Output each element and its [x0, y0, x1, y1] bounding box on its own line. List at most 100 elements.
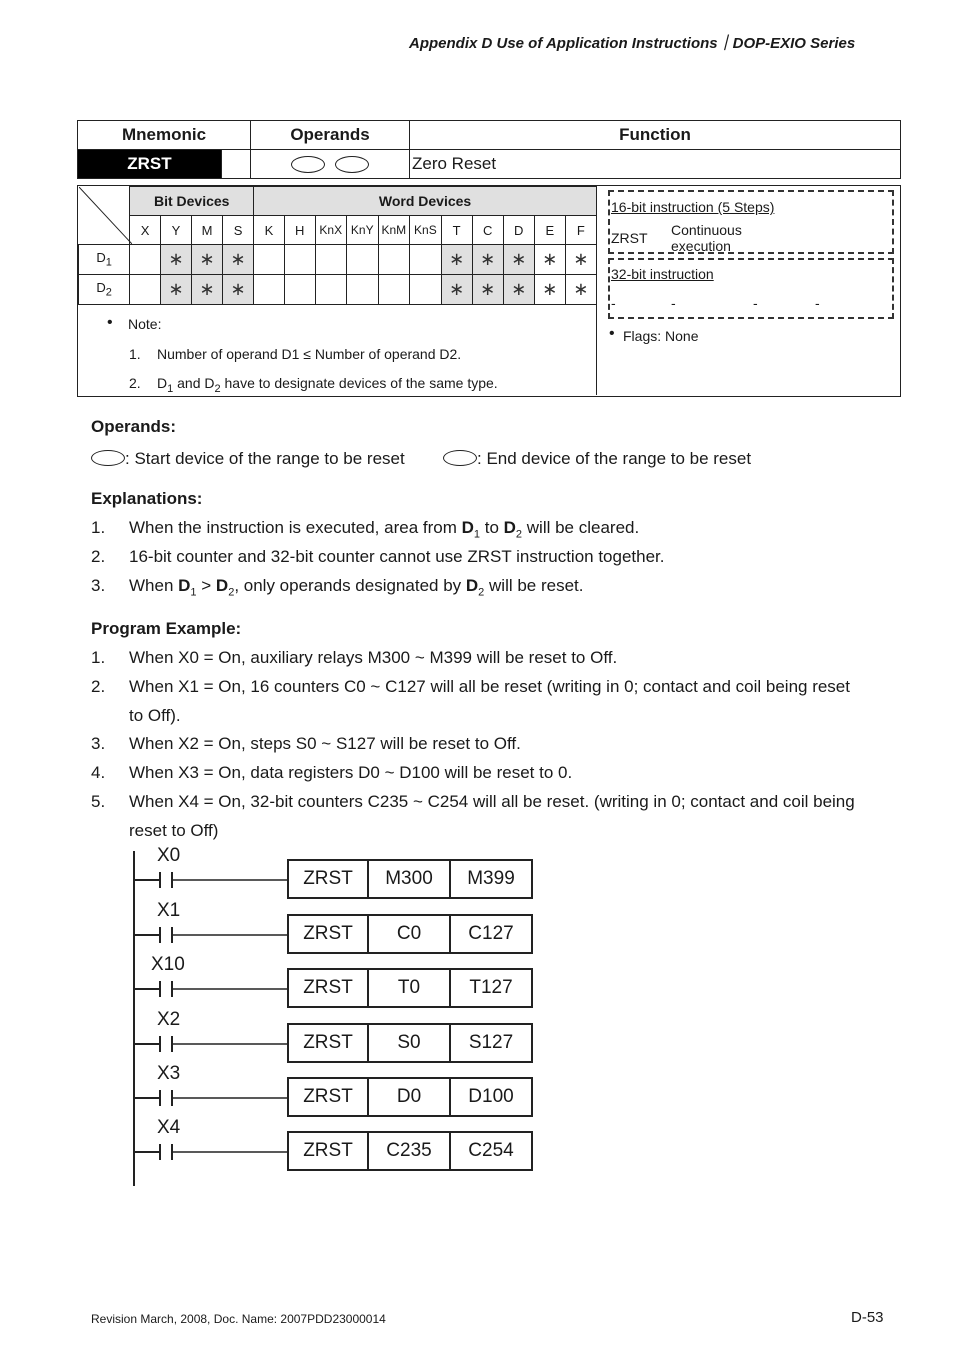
- example-item: When X3 = On, data registers D0 ~ D100 w…: [129, 763, 573, 782]
- device-cell: ∗: [533, 274, 566, 305]
- d2-operand-oval-icon: [335, 155, 369, 173]
- no-contact-icon: [134, 927, 288, 943]
- diagonal-line-icon: [78, 186, 132, 244]
- example-item: When X0 = On, auxiliary relays M300 ~ M3…: [129, 648, 618, 667]
- device-cell: ∗: [471, 244, 504, 275]
- device-cell: ∗: [564, 244, 598, 275]
- device-cell: [314, 274, 347, 305]
- device-cell: ∗: [159, 274, 193, 305]
- instruction-mnemonic: ZRST: [289, 1025, 369, 1061]
- operands-title: Operands:: [91, 417, 177, 436]
- supported-mark-icon: ∗: [511, 249, 527, 269]
- operands-header: Operands: [250, 120, 410, 150]
- instruction-block: ZRST S0 S127: [287, 1023, 533, 1063]
- device-cell: ∗: [222, 244, 255, 275]
- bold-part: D: [215, 576, 229, 595]
- bold-part: D: [178, 576, 191, 595]
- d2-operand-oval-icon: [443, 450, 477, 466]
- note-num: 2.: [129, 375, 141, 391]
- program-example-title: Program Example:: [91, 619, 242, 638]
- device-cell: [129, 274, 161, 305]
- instruction-operand: M399: [467, 868, 515, 889]
- contact-label: X1: [157, 900, 181, 921]
- device-row: D1 ∗ ∗ ∗ ∗ ∗ ∗ ∗ ∗: [77, 244, 598, 275]
- bullet-icon: •: [107, 314, 113, 331]
- device-cell: [409, 274, 442, 305]
- device-column-header: E: [533, 215, 566, 245]
- explanation-item: 16-bit counter and 32-bit counter cannot…: [129, 547, 665, 566]
- bit16-mnemonic: ZRST: [611, 230, 648, 246]
- explanation-item: When D1 > D2, only operands designated b…: [129, 576, 584, 598]
- device-cell: ∗: [191, 244, 224, 275]
- word-devices-header: Word Devices: [253, 186, 597, 216]
- supported-mark-icon: ∗: [230, 249, 246, 269]
- text-part: When: [129, 576, 179, 595]
- device-cell: [253, 274, 285, 305]
- device-table: Bit Devices Word Devices X Y M S K H KnX KnY KnM…: [77, 186, 598, 305]
- supported-mark-icon: ∗: [542, 279, 558, 299]
- text-part: have to designate devices of the same ty…: [220, 375, 498, 391]
- list-number: 1.: [91, 518, 106, 537]
- device-cell: [253, 244, 285, 275]
- device-columns-row: X Y M S K H KnX KnY KnM KnS T C D E F: [79, 215, 598, 245]
- supported-mark-icon: ∗: [199, 249, 215, 269]
- list-number: 3.: [91, 734, 106, 753]
- flags-text: Flags: None: [623, 328, 699, 344]
- operand-label: D2: [77, 274, 131, 305]
- device-table-panel: Bit Devices Word Devices X Y M S K H KnX KnY KnM…: [77, 185, 901, 397]
- instruction-block: ZRST M300 M399: [287, 859, 533, 899]
- device-cell: [377, 244, 411, 275]
- supported-mark-icon: ∗: [480, 249, 496, 269]
- device-row: D2 ∗ ∗ ∗ ∗ ∗ ∗ ∗ ∗: [77, 274, 598, 305]
- instruction-mnemonic: ZRST: [289, 1079, 369, 1115]
- mode-line: execution: [671, 238, 731, 254]
- operand-d1-desc: : Start device of the range to be reset: [91, 449, 405, 469]
- supported-mark-icon: ∗: [168, 249, 184, 269]
- bit16-mode: Continuous execution: [671, 222, 742, 254]
- example-item: When X1 = On, 16 counters C0 ~ C127 will…: [129, 677, 850, 696]
- example-item: When X4 = On, 32-bit counters C235 ~ C25…: [129, 792, 855, 811]
- device-column-header: C: [471, 215, 504, 245]
- bit32-title: 32-bit instruction: [611, 266, 714, 282]
- instruction-block: ZRST D0 D100: [287, 1077, 533, 1117]
- device-cell: ∗: [440, 244, 473, 275]
- bullet-icon: •: [609, 325, 615, 342]
- no-contact-icon: [134, 1090, 288, 1106]
- device-column-header: T: [440, 215, 473, 245]
- text-part: D: [157, 375, 168, 391]
- corner-cell: [78, 186, 132, 245]
- footer-revision: Revision March, 2008, Doc. Name: 2007PDD…: [91, 1312, 386, 1326]
- device-cell: [283, 274, 316, 305]
- summary-table: Mnemonic Operands Function ZRST Zero Res…: [77, 120, 901, 179]
- instruction-operand: T127: [469, 977, 513, 998]
- supported-mark-icon: ∗: [199, 279, 215, 299]
- bit32-box: 32-bit instruction - - - -: [608, 258, 894, 319]
- note-label: Note:: [128, 316, 162, 332]
- instruction-operand: C235: [369, 1133, 451, 1169]
- instruction-mnemonic: ZRST: [289, 1133, 369, 1169]
- device-cell: ∗: [564, 274, 598, 305]
- d1-operand-oval-icon: [91, 450, 125, 466]
- explanation-item: When the instruction is executed, area f…: [129, 518, 639, 540]
- contact-label: X0: [157, 845, 181, 866]
- instruction-block: ZRST C0 C127: [287, 914, 533, 954]
- device-cell: [346, 274, 379, 305]
- contact-label: X2: [157, 1009, 181, 1030]
- device-column-header: X: [129, 215, 161, 245]
- device-column-header: H: [283, 215, 316, 245]
- supported-mark-icon: ∗: [449, 249, 465, 269]
- supported-mark-icon: ∗: [573, 279, 589, 299]
- list-number: 5.: [91, 792, 106, 811]
- no-contact-icon: [134, 1036, 288, 1052]
- supported-mark-icon: ∗: [480, 279, 496, 299]
- bit32-value: -: [671, 295, 676, 311]
- note-num: 1.: [129, 346, 141, 362]
- list-number: 3.: [91, 576, 106, 595]
- device-cell: ∗: [191, 274, 224, 305]
- instruction-mnemonic: ZRST: [289, 916, 369, 952]
- contact-label: X4: [157, 1117, 181, 1138]
- device-cell: ∗: [440, 274, 473, 305]
- list-number: 1.: [91, 648, 106, 667]
- list-number: 2.: [91, 547, 106, 566]
- device-column-header: F: [564, 215, 598, 245]
